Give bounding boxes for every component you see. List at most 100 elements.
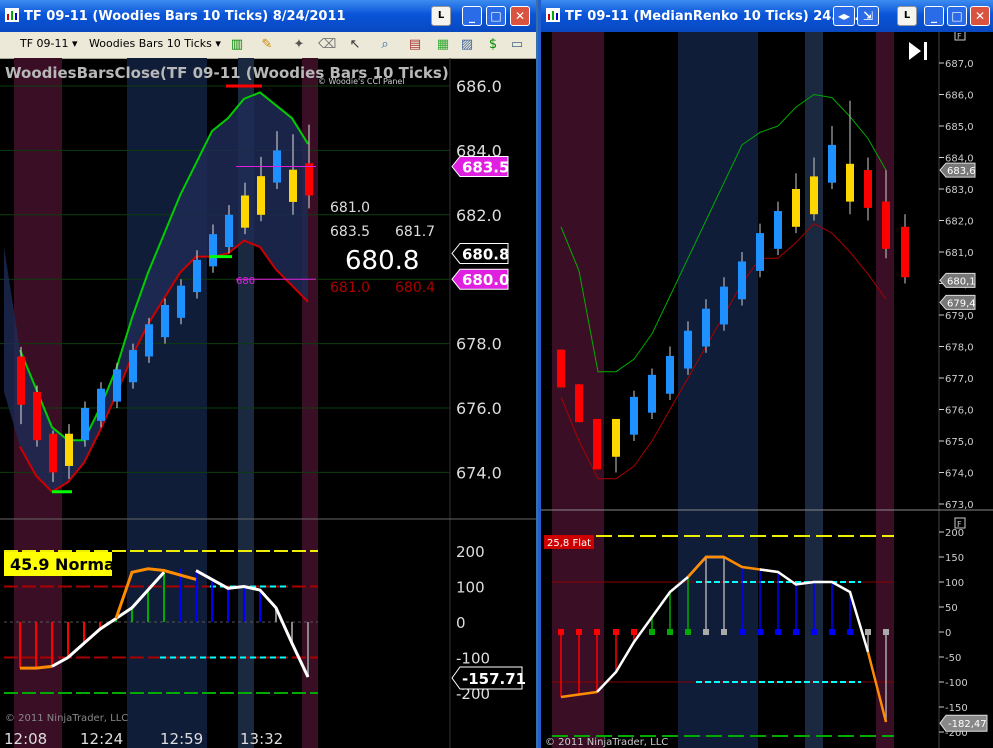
cci-tick-label: 100 [456,579,485,597]
play-icon-bar [924,42,927,60]
candle-body [305,163,313,196]
instrument-selector[interactable]: TF 09-11 ▾ [20,37,78,50]
cci-zero-marker [739,629,745,635]
maximize-icon[interactable]: □ [486,6,506,26]
left-chart-area[interactable]: WoodiesBarsClose(TF 09-11 (Woodies Bars … [0,58,536,748]
cci-zero-marker [847,629,853,635]
candle-body [257,176,265,215]
left-title-bar[interactable]: TF 09-11 (Woodies Bars 10 Ticks) 8/24/20… [0,0,536,32]
cci-panel-tag: © Woodie's CCI Panel [318,77,405,86]
info-high: 681.7 [395,224,435,240]
minimize-icon[interactable]: _ [462,6,482,26]
candle-body [828,144,836,183]
cci-zero-marker [631,629,637,635]
candle-body [612,418,620,457]
close-icon[interactable]: ✕ [510,6,530,26]
candle-body [684,330,692,369]
candle-body [289,169,297,202]
cci-zero-marker [576,629,582,635]
cursor-icon[interactable]: ↖ [346,36,364,53]
link-button[interactable]: L [431,6,451,26]
candle-body [882,201,890,249]
candle-body [225,214,233,247]
price-tick-label: 677,0 [945,374,974,385]
drawing-tools-icon[interactable]: ✦ [290,36,308,53]
right-chart-area[interactable]: F687,0686,0685,0684,0683,0682,0681,0680,… [541,32,993,748]
cci-zero-marker [811,629,817,635]
price-badge-text: 680.8 [462,245,509,263]
price-tick-label: 674,0 [945,469,974,480]
window-icon[interactable]: ▭ [508,36,526,53]
candle-body [161,304,169,338]
bar-type-label: Woodies Bars 10 Ticks [89,37,212,50]
data-box-icon[interactable]: $ [484,36,502,53]
link-button[interactable]: L [897,6,917,26]
bar-type-selector[interactable]: Woodies Bars 10 Ticks ▾ [89,37,221,50]
candle-body [630,396,638,435]
price-tick-label: 682,0 [945,217,974,228]
cci-zero-marker [775,629,781,635]
cci-tick-label: -150 [945,703,968,714]
cci-tick-label: -100 [945,678,968,689]
candle-body [49,433,57,473]
cci-zero-marker [685,629,691,635]
cci-value-badge: -182,47 [948,719,987,730]
candle-body [738,261,746,300]
cci-zero-marker [829,629,835,635]
cci-tick-label: -50 [945,653,961,664]
close-icon[interactable]: ✕ [970,6,990,26]
minimize-icon[interactable]: _ [924,6,944,26]
cci-zero-marker [757,629,763,635]
maximize-icon[interactable]: □ [947,6,967,26]
candle-body [846,163,854,202]
level-label-680: 680 [236,276,255,287]
candle-body [720,286,728,325]
tab-popout-icon[interactable]: ⇲ [857,6,879,26]
price-badge: 680.0 [451,268,509,290]
copyright-label: © 2011 NinjaTrader, LLC [545,737,668,748]
right-chart-window[interactable]: TF 09-11 (MedianRenko 10 Ticks) 24.08.2 … [538,0,993,748]
info-low-1: 681.0 [330,280,370,296]
price-tick-label: 687,0 [945,59,974,70]
eraser-icon[interactable]: ⌫ [318,36,336,53]
price-badge-text: 680,1 [947,276,976,287]
cci-value-badge: -157.71 [462,670,526,688]
cci-tick-label: 0 [456,614,466,632]
indicators-icon[interactable]: ▤ [406,36,424,53]
cci-zero-marker [649,629,655,635]
cci-zero-marker [558,629,564,635]
instrument-label: TF 09-11 [20,37,69,50]
scroll-arrows-icon[interactable]: ◂▸ [833,6,855,26]
price-tick-label: 676,0 [945,406,974,417]
price-badge-text: 683,6 [947,166,976,177]
info-open: 681.0 [330,200,370,216]
candle-body [113,369,121,402]
panel-flag: F [957,32,962,41]
candle-body [864,170,872,208]
drawing-pencil-icon[interactable]: ✎ [258,36,276,53]
price-tick-label: 678.0 [456,335,502,354]
price-badge-text: 679,4 [947,298,976,309]
left-chart-window[interactable]: TF 09-11 (Woodies Bars 10 Ticks) 8/24/20… [0,0,538,748]
candle-body [774,211,782,249]
candle-body [193,259,201,293]
chart-style-icon[interactable]: ▥ [228,36,246,53]
candle-body [241,195,249,228]
price-tick-label: 678,0 [945,343,974,354]
price-tick-label: 674.0 [456,463,502,482]
zoom-icon[interactable]: ⌕ [376,36,394,53]
price-badge-text: 680.0 [462,271,509,289]
cci-tick-label: 100 [945,578,964,589]
candle-body [756,233,764,271]
cci-zero-marker [594,629,600,635]
right-title-bar[interactable]: TF 09-11 (MedianRenko 10 Ticks) 24.08.2 … [541,0,993,32]
info-low-2: 680.4 [395,280,435,296]
strategies-icon[interactable]: ▦ [434,36,452,53]
candle-body [666,355,674,394]
candle-body [702,308,710,347]
cci-zero-marker [721,629,727,635]
properties-icon[interactable]: ▨ [458,36,476,53]
cci-zero-marker [793,629,799,635]
cci-tick-label: 200 [945,528,964,539]
candle-body [97,388,105,421]
